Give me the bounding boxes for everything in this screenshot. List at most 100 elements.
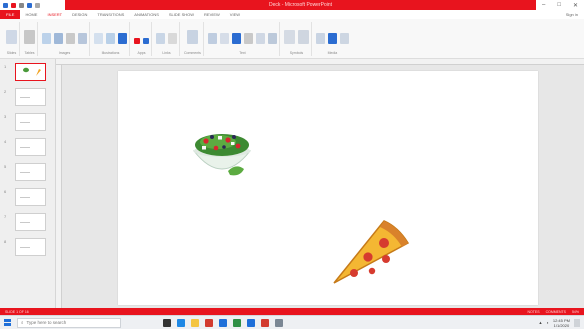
- settings-app-icon[interactable]: [275, 318, 283, 327]
- sign-in-link[interactable]: Sign in: [566, 12, 584, 17]
- symbol-icon[interactable]: [297, 30, 309, 44]
- thumbnail-number: 7: [4, 214, 7, 219]
- tab-transitions[interactable]: TRANSITIONS: [92, 10, 129, 19]
- word-app-icon[interactable]: [219, 318, 227, 327]
- taskbar-search-box[interactable]: ⌕ Type here to search: [17, 317, 121, 328]
- slide-thumbnails-pane: 1 2 3 4 5 6 7 8: [0, 59, 56, 308]
- online-pictures-icon[interactable]: [54, 33, 63, 44]
- windows-taskbar: ⌕ Type here to search ▲ ◖ 12:45 PM 1/1/2…: [0, 315, 584, 329]
- ribbon-group-links: Links: [154, 22, 180, 56]
- tab-animations[interactable]: ANIMATIONS: [129, 10, 164, 19]
- excel-app-icon[interactable]: [233, 318, 241, 327]
- window-title: Deck - Microsoft PowerPoint: [268, 2, 333, 8]
- slide-thumbnail-4[interactable]: [15, 138, 46, 156]
- screenshot-icon[interactable]: [66, 33, 75, 44]
- group-label-links: Links: [162, 51, 171, 55]
- shapes-icon[interactable]: [94, 33, 103, 44]
- tab-design[interactable]: DESIGN: [67, 10, 92, 19]
- ribbon-group-tables: Tables: [22, 22, 38, 56]
- file-explorer-icon[interactable]: [191, 318, 199, 327]
- customize-toolbar-icon[interactable]: [35, 2, 40, 8]
- text-box-icon[interactable]: [207, 33, 217, 44]
- thumbnail-number: 3: [4, 114, 7, 119]
- tab-file[interactable]: FILE: [0, 10, 21, 19]
- screen-recording-icon[interactable]: [339, 33, 349, 44]
- wordart-icon[interactable]: [231, 33, 241, 44]
- clock[interactable]: 12:45 PM 1/1/2020: [553, 318, 570, 328]
- zoom-level[interactable]: 54%: [572, 310, 579, 314]
- save-icon[interactable]: [3, 2, 8, 8]
- horizontal-ruler: [56, 59, 584, 65]
- redo-icon[interactable]: [19, 2, 24, 8]
- store-icon[interactable]: [134, 38, 140, 44]
- slide-number-icon[interactable]: [255, 33, 265, 44]
- smartart-icon[interactable]: [106, 33, 115, 44]
- slide-thumbnail-7[interactable]: [15, 213, 46, 231]
- hyperlink-icon[interactable]: [156, 33, 165, 44]
- start-from-beginning-icon[interactable]: [27, 2, 32, 8]
- video-icon[interactable]: [315, 33, 325, 44]
- tab-home[interactable]: HOME: [20, 10, 42, 19]
- undo-icon[interactable]: [11, 2, 16, 8]
- header-footer-icon[interactable]: [219, 33, 229, 44]
- thumbnail-number: 4: [4, 139, 7, 144]
- slide-thumbnail-5[interactable]: [15, 163, 46, 181]
- pizza-slice-image[interactable]: [328, 213, 414, 289]
- action-icon[interactable]: [168, 33, 177, 44]
- tab-view[interactable]: VIEW: [225, 10, 245, 19]
- taskbar-apps: [163, 318, 283, 327]
- comment-icon[interactable]: [186, 30, 198, 44]
- tab-slide-show[interactable]: SLIDE SHOW: [164, 10, 199, 19]
- notes-button[interactable]: NOTES: [528, 310, 540, 314]
- new-slide-icon[interactable]: [6, 30, 17, 44]
- ribbon-group-illustrations: Illustrations: [92, 22, 130, 56]
- current-slide[interactable]: [118, 71, 538, 305]
- slide-thumbnail-1[interactable]: [15, 63, 46, 81]
- volume-icon[interactable]: ◖: [546, 320, 548, 325]
- group-label-images: Images: [58, 51, 71, 55]
- audio-icon[interactable]: [327, 33, 337, 44]
- powerpoint-window: Deck - Microsoft PowerPoint – □ ✕ FILE H…: [0, 0, 584, 329]
- comments-button[interactable]: COMMENTS: [546, 310, 566, 314]
- restore-button[interactable]: □: [557, 2, 561, 8]
- chart-icon[interactable]: [118, 33, 127, 44]
- slide-thumbnail-8[interactable]: [15, 238, 46, 256]
- group-label-comments: Comments: [184, 51, 201, 55]
- tab-review[interactable]: REVIEW: [199, 10, 225, 19]
- close-button[interactable]: ✕: [573, 2, 578, 9]
- slide-thumbnail-6[interactable]: [15, 188, 46, 206]
- thumbnail-number: 2: [4, 89, 7, 94]
- equation-icon[interactable]: [283, 30, 295, 44]
- ribbon-group-slides: Slides: [4, 22, 20, 56]
- access-app-icon[interactable]: [261, 318, 269, 327]
- date-time-icon[interactable]: [243, 33, 253, 44]
- start-button[interactable]: [0, 316, 14, 329]
- quick-access-toolbar: [0, 2, 65, 8]
- window-controls: – □ ✕: [536, 2, 584, 9]
- slide-editing-area: [56, 59, 584, 308]
- notifications-icon[interactable]: [574, 318, 580, 327]
- ribbon-group-media: Media: [314, 22, 351, 56]
- table-icon[interactable]: [24, 30, 35, 44]
- network-icon[interactable]: ▲: [538, 320, 542, 325]
- slide-counter: SLIDE 1 OF 16: [5, 309, 29, 314]
- pictures-icon[interactable]: [42, 33, 51, 44]
- powerpoint-app-icon[interactable]: [205, 318, 213, 327]
- thumbnail-number: 8: [4, 239, 7, 244]
- ribbon-group-images: Images: [40, 22, 90, 56]
- object-icon[interactable]: [267, 33, 277, 44]
- ribbon-tabs: FILE HOME INSERT DESIGN TRANSITIONS ANIM…: [0, 10, 584, 19]
- slide-thumbnail-3[interactable]: [15, 113, 46, 131]
- edge-icon[interactable]: [177, 318, 185, 327]
- slide-thumbnail-2[interactable]: [15, 88, 46, 106]
- minimize-button[interactable]: –: [542, 2, 545, 8]
- photo-album-icon[interactable]: [78, 33, 87, 44]
- outlook-app-icon[interactable]: [247, 318, 255, 327]
- my-apps-icon[interactable]: [143, 38, 149, 44]
- salad-bowl-image[interactable]: [188, 125, 256, 187]
- tab-insert[interactable]: INSERT: [42, 10, 67, 19]
- task-view-icon[interactable]: [163, 318, 171, 327]
- group-label-text: Text: [239, 51, 246, 55]
- clock-date: 1/1/2020: [553, 322, 570, 328]
- thumbnail-number: 6: [4, 189, 7, 194]
